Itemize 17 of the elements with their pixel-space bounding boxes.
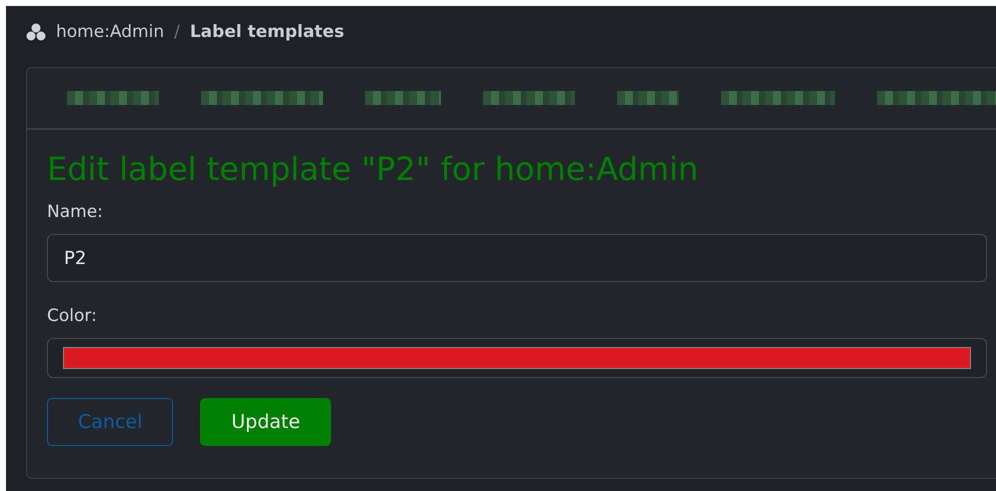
breadcrumb-link[interactable]: home:Admin: [56, 22, 164, 42]
pixelated-tab[interactable]: [483, 91, 575, 105]
update-button[interactable]: Update: [200, 398, 332, 446]
cubes-icon: [26, 23, 46, 41]
pixelated-tab[interactable]: [617, 91, 679, 105]
color-input[interactable]: [47, 338, 987, 378]
field-label: Color:: [47, 306, 98, 326]
pixelated-tab[interactable]: [877, 91, 996, 105]
breadcrumb-current: Label templates: [190, 22, 344, 42]
field-label: Name:: [47, 202, 104, 222]
pixelated-tab[interactable]: [67, 91, 159, 105]
pixelated-tab[interactable]: [201, 91, 323, 105]
breadcrumb-separator: /: [174, 22, 180, 42]
page-heading: Edit label template "P2" for home:Admin: [47, 150, 700, 188]
pixelated-tab[interactable]: [721, 91, 835, 105]
name-input[interactable]: P2: [47, 234, 987, 282]
pixelated-tab[interactable]: [365, 91, 441, 105]
